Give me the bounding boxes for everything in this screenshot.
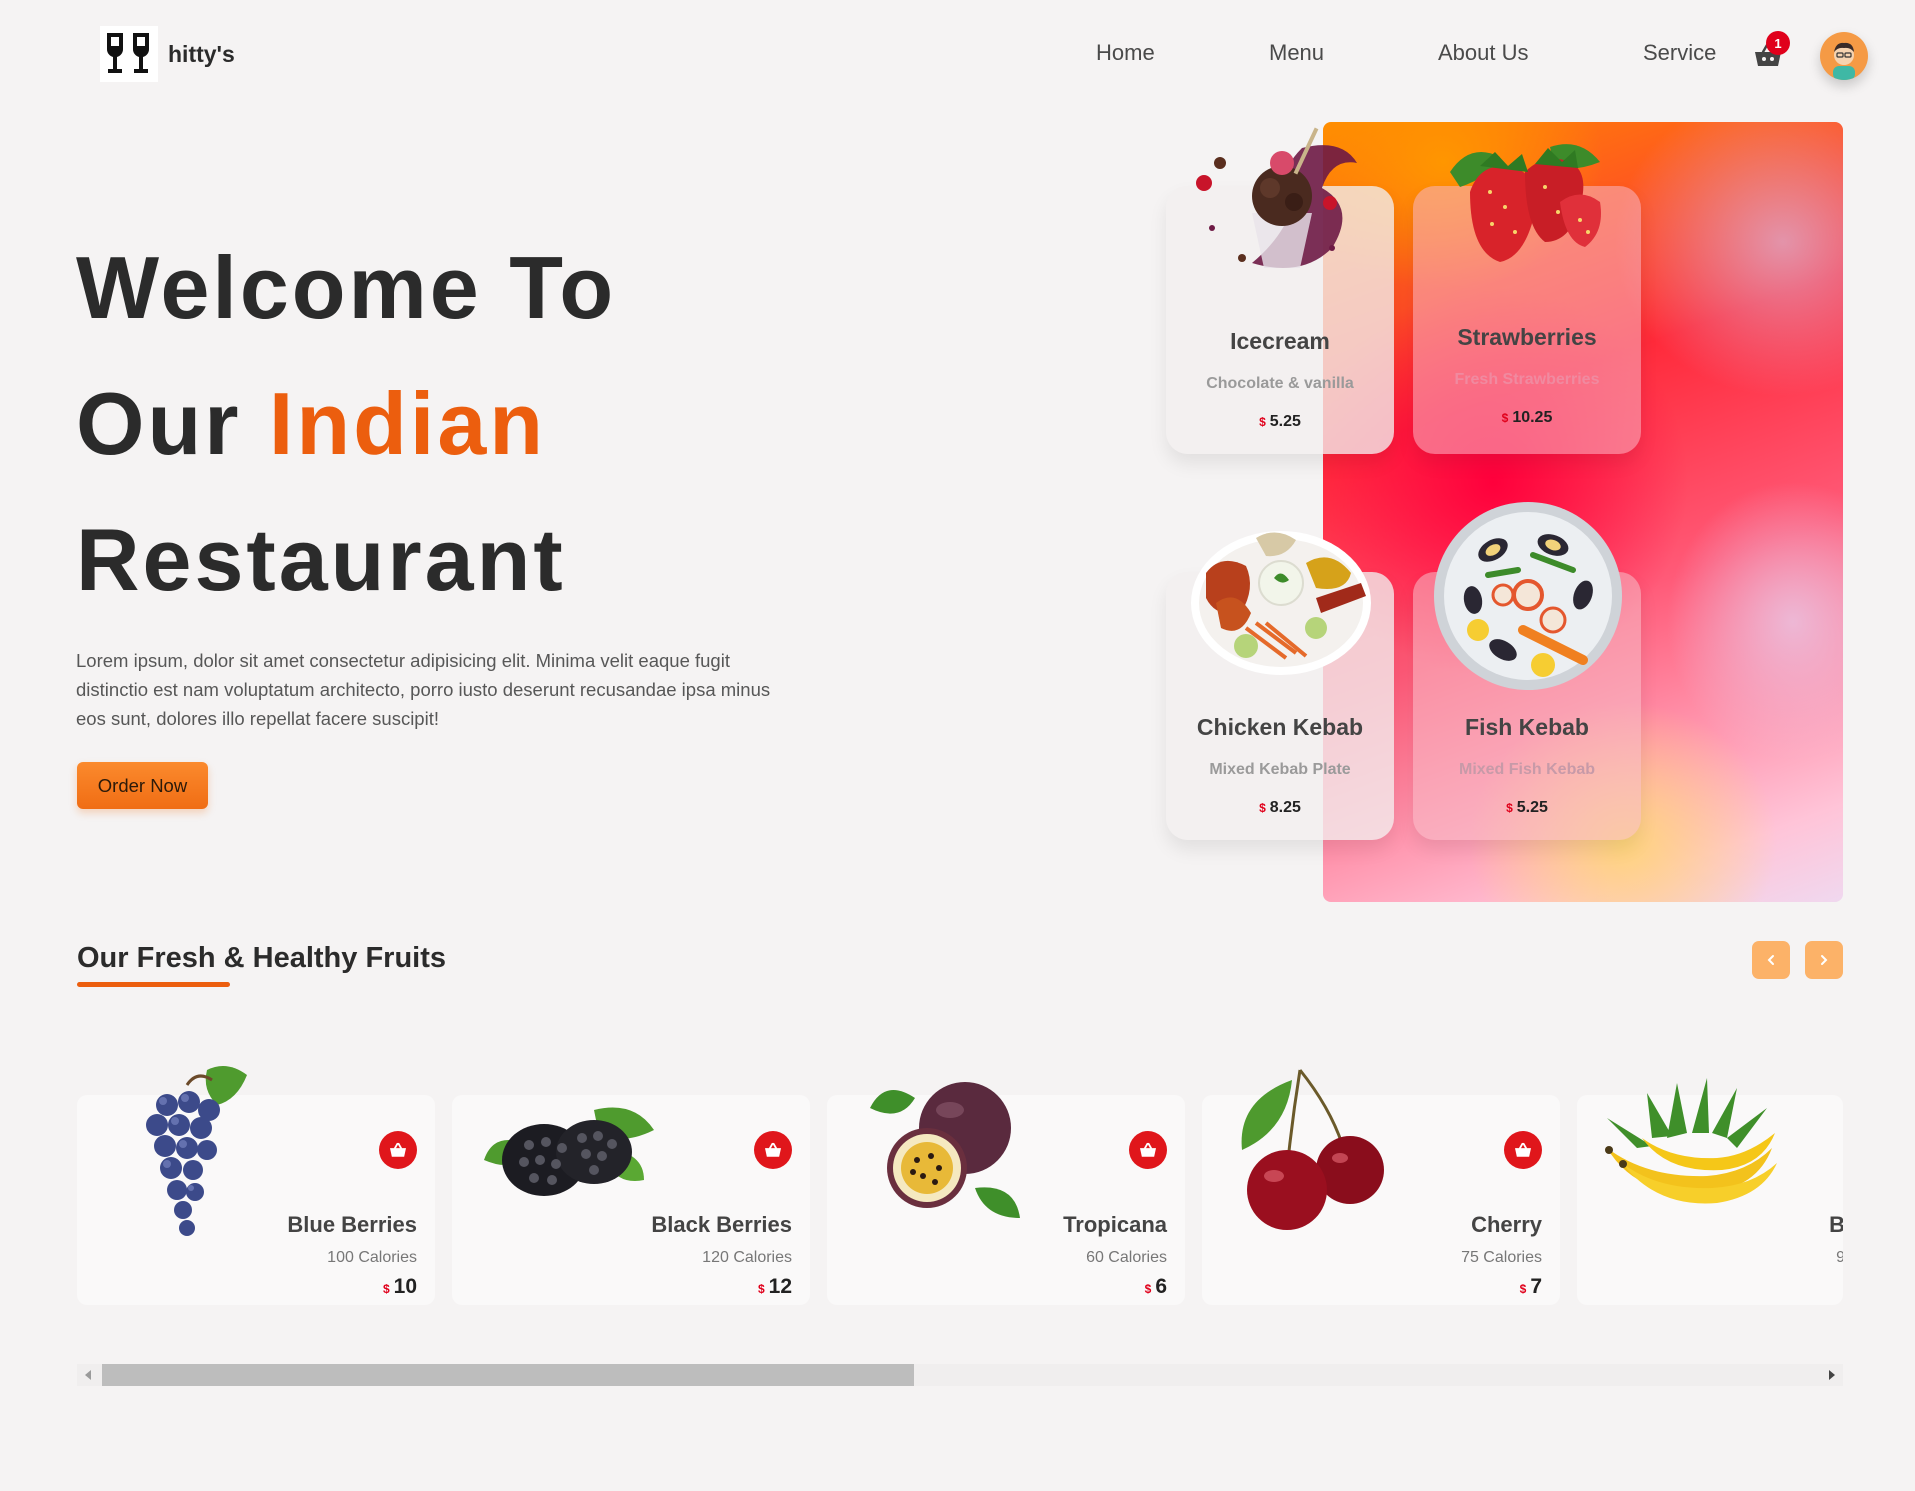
price-value: 10: [393, 1275, 417, 1298]
price-value: 5.25: [1516, 799, 1548, 816]
fruit-price: $7: [1520, 1275, 1542, 1299]
food-name: Icecream: [1230, 328, 1330, 354]
horizontal-scrollbar[interactable]: [77, 1364, 1843, 1386]
user-avatar-icon[interactable]: [1820, 32, 1868, 80]
currency-symbol: $: [1501, 411, 1509, 425]
brand-logo[interactable]: hitty's: [100, 26, 235, 82]
nav-service[interactable]: Service: [1643, 40, 1716, 66]
title-underline: [77, 982, 230, 987]
hero-line-3: Restaurant: [76, 510, 566, 609]
currency-symbol: $: [1259, 415, 1266, 429]
fruit-calories: 9: [1836, 1249, 1843, 1266]
food-subtitle: Mixed Fish Kebab: [1458, 761, 1596, 778]
food-price: $5.25: [1166, 413, 1394, 431]
price-value: 8.25: [1269, 799, 1301, 816]
fruit-calories: 100 Calories: [327, 1249, 417, 1266]
fruit-name: Tropicana: [1063, 1212, 1167, 1237]
hero-line-2-accent: Indian: [268, 374, 547, 473]
nav-about-us[interactable]: About Us: [1438, 40, 1529, 66]
cart-count-badge: 1: [1766, 31, 1790, 55]
fruit-calories: 75 Calories: [1461, 1249, 1542, 1266]
blackberries-image: [474, 1090, 659, 1215]
currency-symbol: $: [1519, 1282, 1527, 1296]
icecream-sundae-image: [1182, 118, 1382, 313]
currency-symbol: $: [1259, 801, 1266, 815]
kebab-plate-image: [1186, 518, 1376, 683]
brand-name: hitty's: [168, 40, 235, 67]
price-value: 12: [768, 1275, 792, 1298]
food-price: $10.25: [1413, 409, 1641, 427]
hero-description: Lorem ipsum, dolor sit amet consectetur …: [76, 650, 771, 729]
add-to-basket-button[interactable]: [1504, 1131, 1542, 1169]
grapes-image: [127, 1060, 257, 1255]
add-to-basket-button[interactable]: [379, 1131, 417, 1169]
food-price: $8.25: [1166, 799, 1394, 817]
fruits-carousel[interactable]: Blue Berries 100 Calories $10 Black Berr…: [77, 1060, 1843, 1310]
price-value: 6: [1155, 1275, 1167, 1298]
fruit-calories: 120 Calories: [702, 1249, 792, 1266]
fruit-name: B: [1829, 1212, 1843, 1237]
fruit-name: Cherry: [1471, 1212, 1542, 1237]
wine-glasses-icon: [100, 26, 158, 82]
strawberries-image: [1430, 132, 1620, 277]
passion-fruit-image: [865, 1068, 1025, 1233]
currency-symbol: $: [757, 1282, 765, 1296]
currency-symbol: $: [382, 1282, 390, 1296]
hero-line-2-plain: Our: [76, 374, 242, 473]
add-to-basket-button[interactable]: [754, 1131, 792, 1169]
order-now-button[interactable]: Order Now: [77, 762, 208, 809]
food-price: $5.25: [1413, 799, 1641, 817]
food-name: Chicken Kebab: [1196, 714, 1364, 740]
food-subtitle: Chocolate & vanilla: [1206, 375, 1354, 392]
add-to-basket-button[interactable]: [1129, 1131, 1167, 1169]
fruit-price: $10: [383, 1275, 417, 1299]
price-value: 7: [1530, 1275, 1542, 1298]
scrollbar-thumb[interactable]: [102, 1364, 914, 1386]
price-value: 5.25: [1269, 413, 1301, 430]
price-value: 10.25: [1512, 409, 1553, 426]
food-name: Strawberries: [1457, 324, 1597, 350]
fruit-price: $6: [1145, 1275, 1167, 1299]
scroll-left-arrow-icon[interactable]: [85, 1370, 91, 1380]
nav-home[interactable]: Home: [1096, 40, 1155, 66]
currency-symbol: $: [1144, 1282, 1152, 1296]
chevron-right-icon[interactable]: [1805, 941, 1843, 979]
food-subtitle: Fresh Strawberries: [1454, 371, 1600, 388]
hero-heading: Welcome To Our Indian Restaurant: [76, 220, 616, 628]
nav-menu[interactable]: Menu: [1269, 40, 1324, 66]
fruit-name: Blue Berries: [287, 1212, 417, 1237]
scroll-right-arrow-icon[interactable]: [1829, 1370, 1835, 1380]
fruit-calories: 60 Calories: [1086, 1249, 1167, 1266]
hero-line-2: Our Indian: [76, 356, 616, 492]
cherries-image: [1232, 1060, 1402, 1245]
seafood-plate-image: [1433, 500, 1623, 697]
fruit-price: $12: [758, 1275, 792, 1299]
food-name: Fish Kebab: [1465, 714, 1589, 740]
bananas-image: [1597, 1078, 1787, 1223]
food-subtitle: Mixed Kebab Plate: [1209, 761, 1351, 778]
fruit-name: Black Berries: [651, 1212, 792, 1237]
fruits-section-title: Our Fresh & Healthy Fruits: [77, 942, 447, 974]
chevron-left-icon[interactable]: [1752, 941, 1790, 979]
currency-symbol: $: [1506, 801, 1513, 815]
hero-line-1: Welcome To: [76, 238, 617, 337]
